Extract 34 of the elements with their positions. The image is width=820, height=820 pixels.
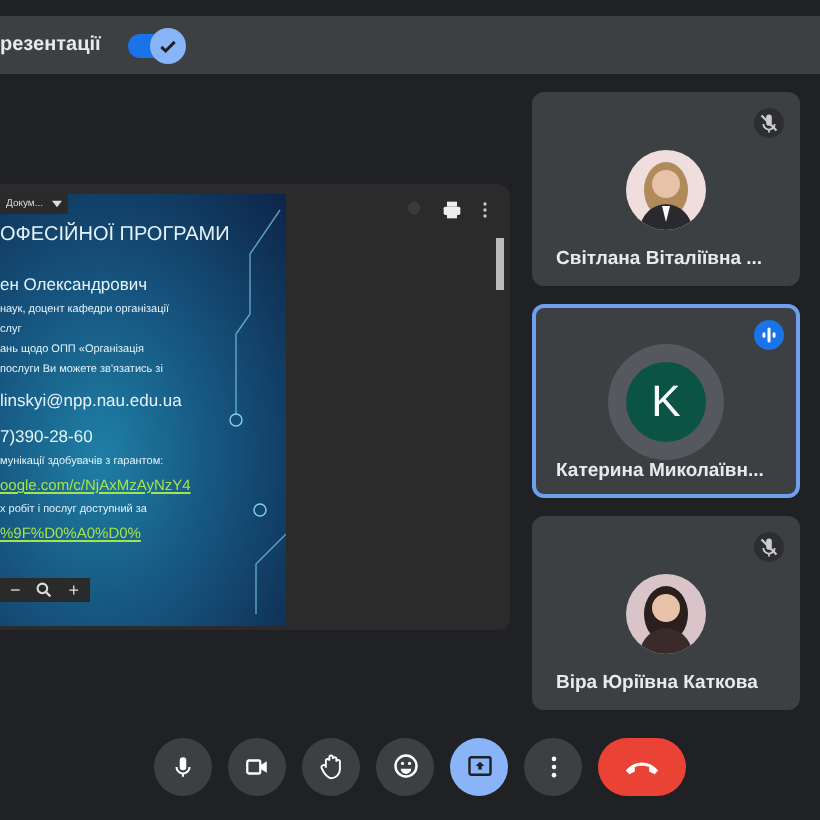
smiley-icon	[391, 752, 419, 780]
participant-tile[interactable]: K Катерина Миколаївн...	[532, 304, 800, 498]
mic-button[interactable]	[154, 737, 212, 795]
letter-avatar: K	[626, 362, 706, 442]
banner-label: резентації	[0, 34, 101, 56]
hand-button[interactable]	[302, 737, 360, 795]
camera-button[interactable]	[228, 737, 286, 795]
zoom-in-button[interactable]: +	[68, 580, 80, 600]
present-button[interactable]	[450, 737, 508, 795]
slide-text: linskyi@npp.nau.edu.ua	[0, 388, 184, 414]
slide-text: ен Олександрович	[0, 272, 150, 298]
slide-text: ОФЕСІЙНОЇ ПРОГРАМИ	[0, 222, 232, 250]
caret-icon	[51, 200, 62, 208]
phone-hang-up-icon	[624, 757, 660, 775]
zoom-out-button[interactable]: −	[10, 580, 21, 600]
camera-icon	[244, 753, 270, 779]
leave-button[interactable]	[598, 737, 686, 795]
toggle-switch[interactable]	[128, 33, 181, 57]
emoji-button[interactable]	[376, 737, 434, 795]
hand-icon	[317, 752, 345, 780]
scrollbar[interactable]	[496, 238, 504, 290]
participant-name: Катерина Миколаївн...	[554, 460, 766, 482]
magnifier-icon[interactable]	[36, 582, 53, 598]
participant-tile[interactable]: Віра Юріївна Каткова	[532, 516, 800, 710]
microphone-icon	[170, 753, 196, 779]
participant-name: Світлана Віталіївна ...	[554, 248, 765, 270]
more-vertical-icon[interactable]	[482, 200, 488, 220]
participant-tile[interactable]: Світлана Віталіївна ...	[532, 92, 800, 286]
check-icon	[158, 35, 179, 55]
more-vertical-icon	[549, 753, 557, 779]
slide-text: 7)390-28-60	[0, 424, 95, 450]
print-icon[interactable]	[442, 200, 462, 220]
participant-name: Віра Юріївна Каткова	[554, 672, 760, 694]
present-screen-icon	[465, 752, 493, 780]
